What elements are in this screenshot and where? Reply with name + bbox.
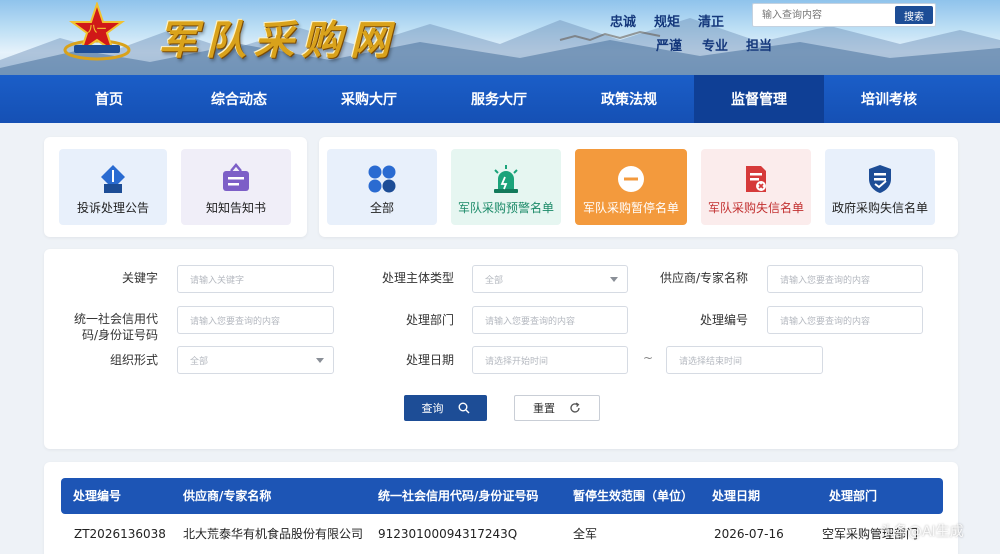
dept-input[interactable]: 请输入您要查询的内容 bbox=[472, 306, 628, 334]
col-dept: 处理部门 bbox=[829, 489, 878, 503]
credit-code-input[interactable]: 请输入您要查询的内容 bbox=[177, 306, 334, 334]
army-emblem-logo: 八一 bbox=[63, 2, 131, 61]
org-form-value: 全部 bbox=[190, 356, 209, 367]
card-complaint-notice[interactable]: 投诉处理公告 bbox=[59, 149, 167, 225]
dept-label: 处理部门 bbox=[405, 313, 454, 327]
end-date-input[interactable]: 请选择结束时间 bbox=[666, 346, 823, 374]
credit-code-label: 统一社会信用代 码/身份证号码 bbox=[48, 311, 158, 343]
refresh-icon bbox=[570, 402, 580, 413]
list-cards-panel: 全部 军队采购预警名单 军队采购暂停名单 军队采购失信名单 政府采购失信名单 bbox=[319, 137, 958, 237]
table-header: 处理编号 供应商/专家名称 统一社会信用代码/身份证号码 暂停生效范围（单位） … bbox=[61, 478, 943, 514]
card-label: 政府采购失信名单 bbox=[831, 201, 928, 215]
cell-date: 2026-07-16 bbox=[714, 527, 784, 541]
date-separator: ~ bbox=[643, 351, 654, 365]
nav-service-hall[interactable]: 服务大厅 bbox=[434, 75, 564, 123]
supplier-label: 供应商/专家名称 bbox=[659, 271, 748, 285]
subject-type-select[interactable]: 全部 bbox=[472, 265, 628, 293]
query-button-label: 查询 bbox=[421, 402, 444, 415]
card-label: 知知告知书 bbox=[205, 201, 266, 215]
slogan-loyalty: 忠诚 bbox=[610, 15, 637, 30]
credit-code-label-line1: 统一社会信用代 bbox=[73, 312, 158, 326]
header-search-input[interactable] bbox=[753, 4, 893, 26]
header-search-button[interactable]: 搜索 bbox=[895, 6, 933, 24]
chevron-down-icon bbox=[610, 277, 618, 282]
date-label: 处理日期 bbox=[405, 353, 454, 367]
col-supplier: 供应商/专家名称 bbox=[183, 489, 272, 503]
card-label: 军队采购暂停名单 bbox=[582, 201, 679, 215]
grid-icon bbox=[368, 165, 396, 193]
slogan-rigor: 严谨 bbox=[656, 39, 683, 54]
col-scope: 暂停生效范围（单位） bbox=[573, 489, 694, 503]
credit-code-label-line2: 码/身份证号码 bbox=[81, 328, 158, 342]
card-notice-letter[interactable]: 知知告知书 bbox=[181, 149, 291, 225]
minus-circle-icon bbox=[618, 166, 644, 192]
slogan-integrity: 清正 bbox=[698, 15, 725, 30]
chevron-down-icon bbox=[316, 358, 324, 363]
supplier-input[interactable]: 请输入您要查询的内容 bbox=[767, 265, 923, 293]
site-header: 八一 军队采购网 忠诚 规矩 清正 严谨 专业 担当 搜索 bbox=[0, 0, 1000, 75]
card-label: 军队采购失信名单 bbox=[707, 201, 804, 215]
card-label: 全部 bbox=[369, 201, 394, 215]
nav-supervision[interactable]: 监督管理 bbox=[694, 75, 824, 123]
card-gov-dishonest-list[interactable]: 政府采购失信名单 bbox=[825, 149, 935, 225]
start-date-input[interactable]: 请选择开始时间 bbox=[472, 346, 628, 374]
col-date: 处理日期 bbox=[712, 489, 761, 503]
card-suspension-list[interactable]: 军队采购暂停名单 bbox=[575, 149, 687, 225]
nav-home[interactable]: 首页 bbox=[44, 75, 174, 123]
notice-letter-icon bbox=[223, 163, 249, 191]
nav-procurement-hall[interactable]: 采购大厅 bbox=[304, 75, 434, 123]
cell-credit-code: 91230100094317243Q bbox=[378, 527, 518, 541]
slogan-responsibility: 担当 bbox=[746, 39, 773, 54]
notice-cards-panel: 投诉处理公告 知知告知书 bbox=[44, 137, 307, 237]
cell-supplier: 北大荒泰华有机食品股份有限公司 bbox=[183, 527, 364, 541]
alarm-light-icon bbox=[494, 165, 518, 193]
slogan-professional: 专业 bbox=[702, 39, 729, 54]
nav-training[interactable]: 培训考核 bbox=[824, 75, 954, 123]
keyword-input[interactable]: 请输入关键字 bbox=[177, 265, 334, 293]
col-credit-code: 统一社会信用代码/身份证号码 bbox=[378, 489, 539, 503]
ai-watermark: 头条@AI生成 bbox=[880, 524, 964, 540]
number-input[interactable]: 请输入您要查询的内容 bbox=[767, 306, 923, 334]
card-dishonest-list[interactable]: 军队采购失信名单 bbox=[701, 149, 811, 225]
org-form-select[interactable]: 全部 bbox=[177, 346, 334, 374]
org-form-label: 组织形式 bbox=[109, 353, 158, 367]
card-label: 军队采购预警名单 bbox=[457, 201, 554, 215]
search-icon bbox=[458, 402, 469, 414]
broken-document-icon bbox=[746, 166, 766, 192]
slogan-rules: 规矩 bbox=[654, 15, 681, 30]
svg-text:八一: 八一 bbox=[87, 24, 106, 35]
nav-policies[interactable]: 政策法规 bbox=[564, 75, 694, 123]
reset-button[interactable]: 重置 bbox=[514, 395, 600, 421]
shield-document-icon bbox=[869, 165, 891, 193]
keyword-label: 关键字 bbox=[121, 271, 158, 285]
subject-type-label: 处理主体类型 bbox=[381, 271, 454, 285]
site-logo-text[interactable]: 军队采购网 bbox=[158, 8, 398, 66]
card-warning-list[interactable]: 军队采购预警名单 bbox=[451, 149, 561, 225]
reset-button-label: 重置 bbox=[533, 402, 555, 415]
main-nav: 首页 综合动态 采购大厅 服务大厅 政策法规 监督管理 培训考核 bbox=[0, 75, 1000, 123]
card-label: 投诉处理公告 bbox=[76, 201, 149, 215]
col-number: 处理编号 bbox=[73, 489, 122, 503]
nav-news[interactable]: 综合动态 bbox=[174, 75, 304, 123]
subject-type-value: 全部 bbox=[485, 275, 504, 286]
cell-scope: 全军 bbox=[573, 527, 598, 541]
number-label: 处理编号 bbox=[699, 313, 748, 327]
cell-number: ZT2026136038 bbox=[74, 527, 166, 541]
complaint-notice-icon bbox=[101, 165, 125, 193]
query-button[interactable]: 查询 bbox=[404, 395, 487, 421]
header-search: 搜索 bbox=[752, 3, 936, 27]
card-all[interactable]: 全部 bbox=[327, 149, 437, 225]
